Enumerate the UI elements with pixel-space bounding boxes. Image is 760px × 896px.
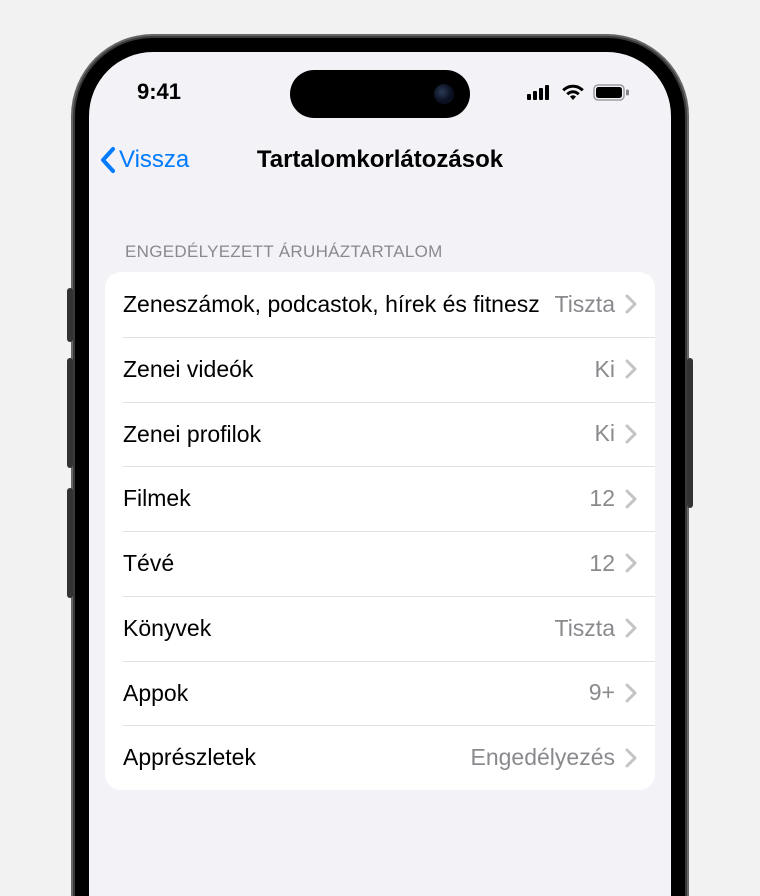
row-value: Tiszta: [555, 615, 616, 642]
chevron-right-icon: [625, 748, 637, 768]
row-label: Zenei profilok: [123, 420, 595, 449]
row-music-podcasts[interactable]: Zeneszámok, podcastok, hírek és fitnesz …: [105, 272, 655, 337]
chevron-right-icon: [625, 618, 637, 638]
chevron-left-icon: [99, 146, 117, 174]
row-label: Könyvek: [123, 614, 555, 643]
settings-list: Zeneszámok, podcastok, hírek és fitnesz …: [105, 272, 655, 790]
row-books[interactable]: Könyvek Tiszta: [105, 596, 655, 661]
row-value: Engedélyezés: [471, 744, 616, 771]
section-header: ENGEDÉLYEZETT ÁRUHÁZTARTALOM: [125, 242, 655, 262]
row-value: 9+: [589, 679, 615, 706]
row-value: Tiszta: [555, 291, 616, 318]
row-label: Zenei videók: [123, 355, 595, 384]
row-value: 12: [589, 550, 615, 577]
row-apps[interactable]: Appok 9+: [105, 661, 655, 726]
row-label: Appok: [123, 679, 589, 708]
row-movies[interactable]: Filmek 12: [105, 466, 655, 531]
row-label: Apprészletek: [123, 743, 471, 772]
row-tv[interactable]: Tévé 12: [105, 531, 655, 596]
chevron-right-icon: [625, 424, 637, 444]
wifi-icon: [561, 83, 585, 101]
status-time: 9:41: [137, 79, 181, 105]
row-value: Ki: [595, 356, 615, 383]
row-value: Ki: [595, 420, 615, 447]
chevron-right-icon: [625, 553, 637, 573]
row-music-profiles[interactable]: Zenei profilok Ki: [105, 402, 655, 467]
nav-bar: Vissza Tartalomkorlátozások: [89, 132, 671, 188]
row-label: Filmek: [123, 484, 589, 513]
cellular-icon: [527, 84, 553, 100]
chevron-right-icon: [625, 294, 637, 314]
row-label: Tévé: [123, 549, 589, 578]
row-value: 12: [589, 485, 615, 512]
row-label: Zeneszámok, podcastok, hírek és fitnesz: [123, 290, 555, 319]
chevron-right-icon: [625, 489, 637, 509]
chevron-right-icon: [625, 359, 637, 379]
front-camera: [434, 84, 454, 104]
back-button[interactable]: Vissza: [99, 146, 189, 174]
row-app-clips[interactable]: Apprészletek Engedélyezés: [105, 725, 655, 790]
row-music-videos[interactable]: Zenei videók Ki: [105, 337, 655, 402]
battery-icon: [593, 84, 629, 101]
back-label: Vissza: [119, 146, 189, 174]
chevron-right-icon: [625, 683, 637, 703]
dynamic-island: [290, 70, 470, 118]
